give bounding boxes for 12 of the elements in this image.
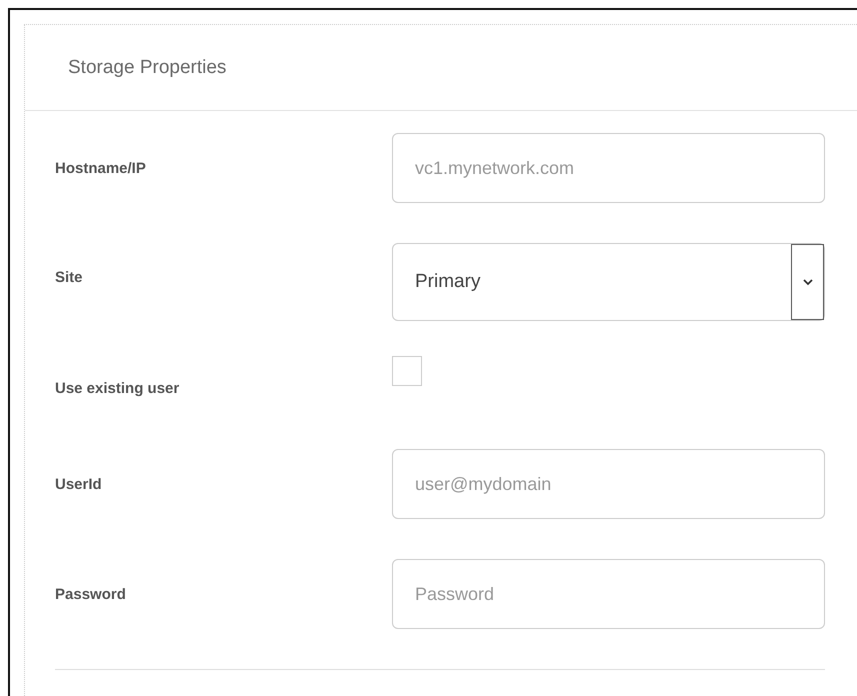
input-field[interactable]: user@mydomain xyxy=(392,449,825,519)
password-field[interactable]: Password xyxy=(392,559,825,629)
field-label: UserId xyxy=(55,476,103,492)
field-label: Password xyxy=(55,586,127,602)
chevron-down-icon xyxy=(802,278,812,286)
panel-title: Storage Properties xyxy=(68,56,226,78)
checkbox[interactable] xyxy=(392,356,422,386)
field-label: Site xyxy=(55,269,84,286)
field-label: Hostname/IP xyxy=(55,160,147,176)
field-label: Use existing user xyxy=(55,380,180,397)
site-dropdown[interactable]: Primary xyxy=(392,243,825,321)
input-field[interactable]: vc1.mynetwork.com xyxy=(392,133,825,203)
